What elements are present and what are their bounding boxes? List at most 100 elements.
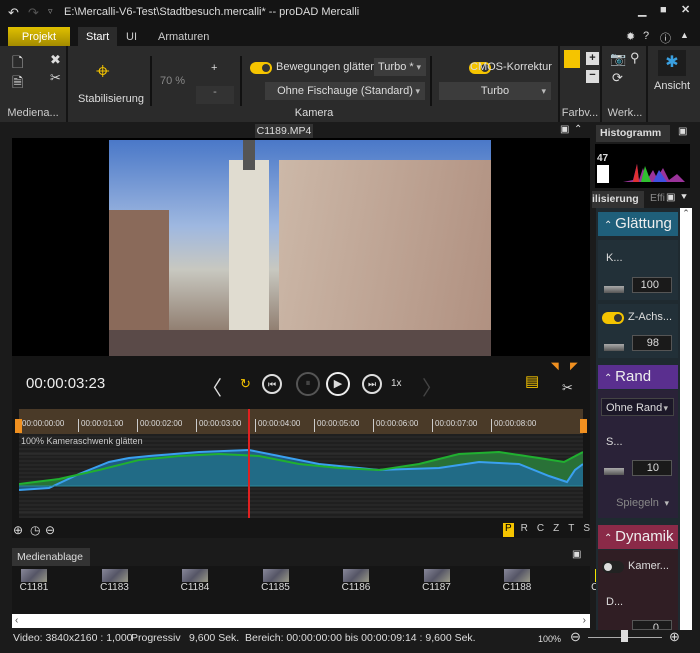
go-end-button[interactable]: ⏭	[362, 374, 382, 394]
timeline-zoom-out-icon[interactable]: ⊖	[45, 523, 55, 537]
film-export-icon[interactable]: ▤	[525, 372, 539, 390]
media-clip[interactable]: C1181	[16, 569, 52, 593]
clip-tab[interactable]: C1189.MP4	[255, 124, 313, 139]
scissors-icon[interactable]: ✂	[50, 70, 61, 86]
stabilize-label[interactable]: Stabilisierung	[78, 93, 144, 105]
maximize-button[interactable]: ■	[660, 4, 667, 16]
mode-t[interactable]: T	[566, 523, 576, 537]
media-clip[interactable]: C1187	[419, 569, 455, 593]
s-value-input[interactable]: 10	[632, 460, 672, 476]
zoom-slider-handle[interactable]	[621, 630, 628, 642]
camera-toggle[interactable]	[602, 561, 624, 573]
scissors-cut-icon[interactable]: ✂	[562, 380, 573, 396]
stabilize-target-icon[interactable]: ⌖	[96, 58, 110, 86]
tab-ui[interactable]: UI	[118, 27, 145, 47]
tab-projekt[interactable]: Projekt	[8, 27, 70, 47]
camera-icon[interactable]: 📷	[610, 51, 626, 67]
graph-label: 100% Kameraschwenk glätten	[21, 436, 143, 446]
motion-graph[interactable]: 100% Kameraschwenk glätten	[19, 434, 583, 518]
section-border[interactable]: ⌃ Rand	[598, 365, 678, 389]
import-file-icon[interactable]: 🗎	[12, 72, 23, 96]
remove-icon[interactable]: ✖	[50, 52, 61, 68]
refresh-icon[interactable]: ⟳	[612, 70, 623, 86]
media-tab[interactable]: Medienablage	[12, 548, 90, 566]
media-clip[interactable]: C1183	[97, 569, 133, 593]
media-clip[interactable]: C1185	[258, 569, 294, 593]
k-value-input[interactable]: 100	[632, 277, 672, 293]
playback-speed[interactable]: 1x	[391, 378, 402, 389]
mode-z[interactable]: Z	[551, 523, 561, 537]
media-clip[interactable]: C1184	[177, 569, 213, 593]
search-icon[interactable]: ⚲	[630, 50, 640, 66]
clip-label: C1185	[261, 582, 290, 593]
marker-in-icon[interactable]: ◥	[551, 361, 559, 372]
border-mode-select[interactable]: Ohne Rand	[601, 398, 674, 417]
close-button[interactable]: ✕	[681, 3, 690, 16]
fisheye-select[interactable]: Ohne Fischauge (Standard)	[265, 82, 425, 100]
range-marker-right[interactable]	[580, 419, 587, 433]
z-value-input[interactable]: 98	[632, 335, 672, 351]
timeline-tick: 00:00:07:00	[432, 419, 477, 432]
zoom-in-button[interactable]: +	[586, 52, 599, 65]
bulb-icon[interactable]: ✹	[626, 30, 635, 43]
quick-access-dropdown-icon[interactable]: ▿	[48, 6, 53, 17]
decrease-button[interactable]: -	[196, 86, 234, 104]
s-slider[interactable]	[604, 468, 624, 475]
timeline-zoom-in-icon[interactable]: ⊕	[13, 523, 23, 537]
zoom-in-status-icon[interactable]: ⊕	[669, 629, 680, 645]
panel-menu-icon[interactable]: ⯆	[680, 192, 688, 203]
tab-start[interactable]: Start	[78, 27, 118, 47]
media-scrollbar[interactable]: ‹ ›	[12, 614, 590, 628]
minimize-button[interactable]: ▁	[638, 4, 646, 17]
z-slider[interactable]	[604, 344, 624, 351]
previous-clip-button[interactable]: 〈	[202, 372, 222, 401]
playhead[interactable]	[248, 409, 250, 518]
collapse-ribbon-icon[interactable]: ▲	[680, 30, 689, 40]
go-start-button[interactable]: ⏮	[262, 374, 282, 394]
marker-out-icon[interactable]: ◤	[570, 361, 578, 372]
k-slider[interactable]	[604, 286, 624, 293]
maximize-video-icon[interactable]: ▣	[560, 124, 569, 135]
collapse-icon[interactable]: ⌃	[574, 124, 582, 135]
tab-effects[interactable]: Effi	[650, 192, 665, 204]
timeline-ruler[interactable]: 00:00:00:00 00:00:01:00 00:00:02:00 00:00:0…	[15, 409, 587, 434]
mirror-select[interactable]: Spiegeln	[601, 494, 674, 512]
smooth-mode-select[interactable]: Turbo *	[374, 58, 426, 76]
clock-icon[interactable]: ◷	[30, 523, 40, 537]
help-icon[interactable]: ?	[643, 30, 649, 42]
cmos-mode-select[interactable]: Turbo	[439, 82, 551, 100]
next-clip-button[interactable]: 〉	[422, 372, 442, 401]
play-button[interactable]: ▶	[326, 372, 350, 396]
mode-r[interactable]: R	[519, 523, 530, 537]
color-wheel-button[interactable]	[564, 50, 580, 68]
zoom-out-status-icon[interactable]: ⊖	[570, 629, 581, 645]
info-icon[interactable]: ⓘ	[660, 30, 671, 46]
loop-icon[interactable]: ↻	[240, 376, 251, 392]
histogram-maximize-icon[interactable]: ▣	[678, 126, 687, 137]
mode-p[interactable]: P	[503, 523, 514, 537]
panel-maximize-icon[interactable]: ▣	[666, 192, 675, 203]
media-maximize-icon[interactable]: ▣	[572, 549, 581, 560]
section-smoothing[interactable]: ⌃ Glättung	[598, 212, 678, 236]
pause-button[interactable]: ⏸	[296, 372, 320, 396]
undo-icon[interactable]: ↶	[8, 5, 19, 21]
zoom-out-button[interactable]: −	[586, 70, 599, 83]
mode-s[interactable]: S	[581, 523, 592, 537]
increase-button[interactable]: +	[211, 62, 217, 74]
section-dynamic[interactable]: ⌃ Dynamik	[598, 525, 678, 549]
tools-group: 📷 ⚲ ⟳ Werk...	[604, 46, 648, 122]
smooth-toggle[interactable]	[250, 62, 272, 75]
tab-armaturen[interactable]: Armaturen	[150, 27, 217, 47]
histogram: 47	[595, 144, 690, 188]
tab-histogram[interactable]: Histogramm	[596, 125, 670, 142]
panel-scrollbar[interactable]: ⌃	[680, 208, 692, 630]
view-group[interactable]: ✱ Ansicht	[650, 46, 700, 122]
media-clip[interactable]: C1188	[499, 569, 535, 593]
media-clip[interactable]: C1186	[338, 569, 374, 593]
redo-icon[interactable]: ↷	[28, 5, 39, 21]
d-value-input[interactable]: 0	[632, 620, 672, 630]
z-axis-toggle[interactable]	[602, 312, 624, 325]
tab-stabilization[interactable]: ilisierung	[592, 191, 644, 208]
mode-c[interactable]: C	[535, 523, 546, 537]
range-marker-left[interactable]	[15, 419, 22, 433]
